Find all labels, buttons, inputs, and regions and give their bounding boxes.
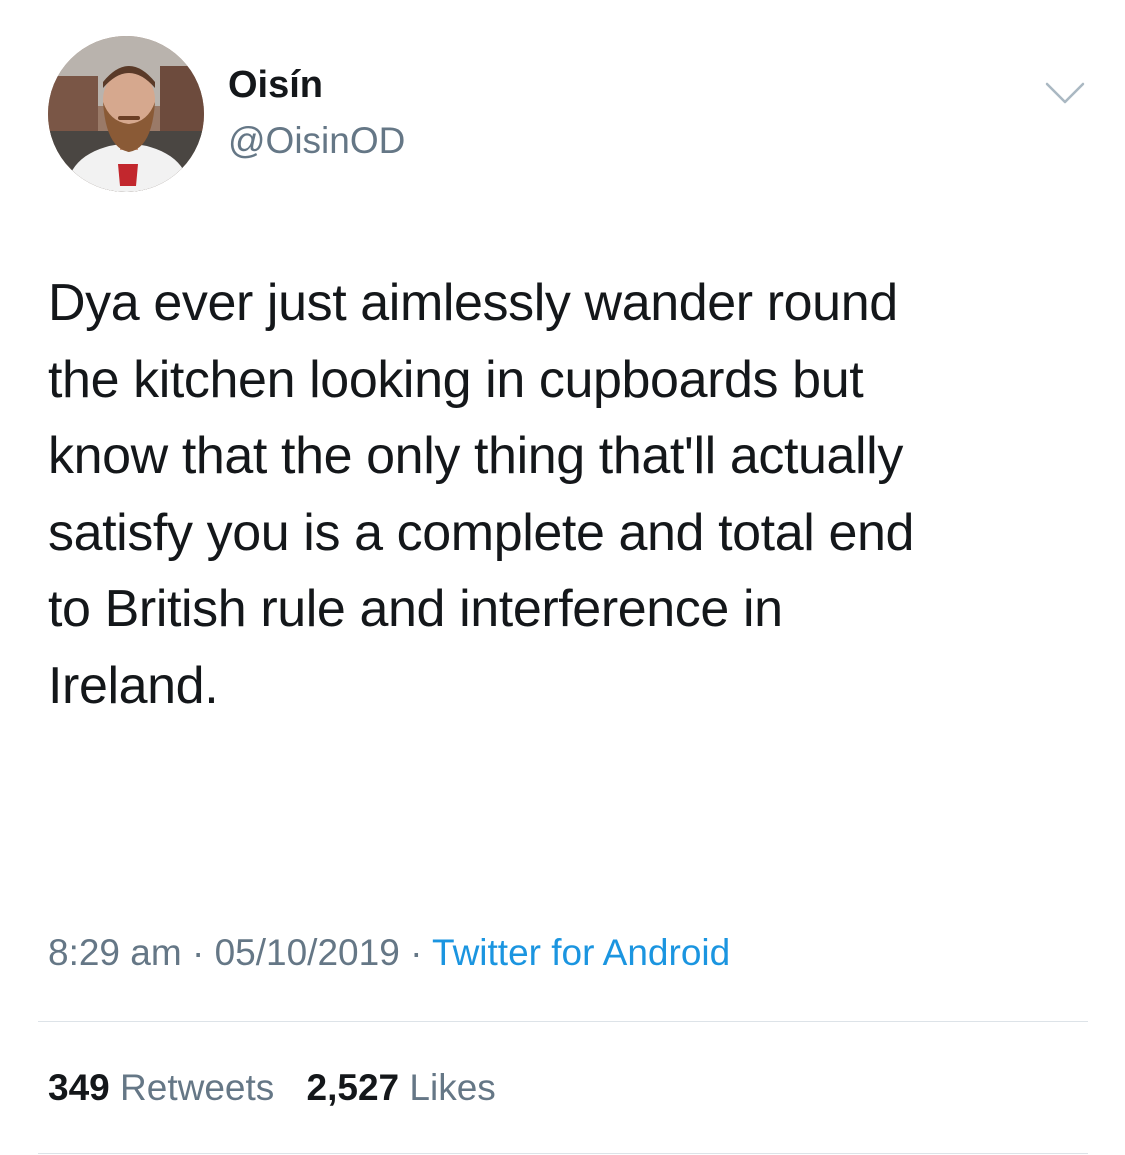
likes-count: 2,527 [306, 1067, 400, 1108]
profile-photo-icon [48, 36, 204, 192]
tweet-meta: 8:29 am · 05/10/2019 · Twitter for Andro… [48, 928, 730, 978]
retweets-stat[interactable]: 349 Retweets [48, 1067, 285, 1108]
tweet-source-link[interactable]: Twitter for Android [432, 932, 730, 973]
author-handle[interactable]: @OisinOD [228, 118, 405, 164]
likes-label: Likes [409, 1067, 496, 1108]
retweets-label: Retweets [120, 1067, 275, 1108]
tweet-date: 05/10/2019 [214, 932, 400, 973]
chevron-down-icon[interactable] [1044, 78, 1086, 108]
author-display-name[interactable]: Oisín [228, 62, 323, 108]
avatar[interactable] [48, 36, 204, 192]
meta-separator: · [410, 932, 423, 973]
tweet-card: Oisín @OisinOD Dya ever just aimlessly w… [0, 0, 1125, 1155]
divider [38, 1021, 1088, 1022]
retweets-count: 349 [48, 1067, 110, 1108]
meta-separator: · [191, 932, 205, 973]
divider [38, 1153, 1088, 1154]
likes-stat[interactable]: 2,527 Likes [307, 1067, 496, 1108]
tweet-time: 8:29 am [48, 932, 182, 973]
tweet-text: Dya ever just aimlessly wander round the… [48, 274, 915, 715]
tweet-stats: 349 Retweets 2,527 Likes [48, 1063, 518, 1113]
